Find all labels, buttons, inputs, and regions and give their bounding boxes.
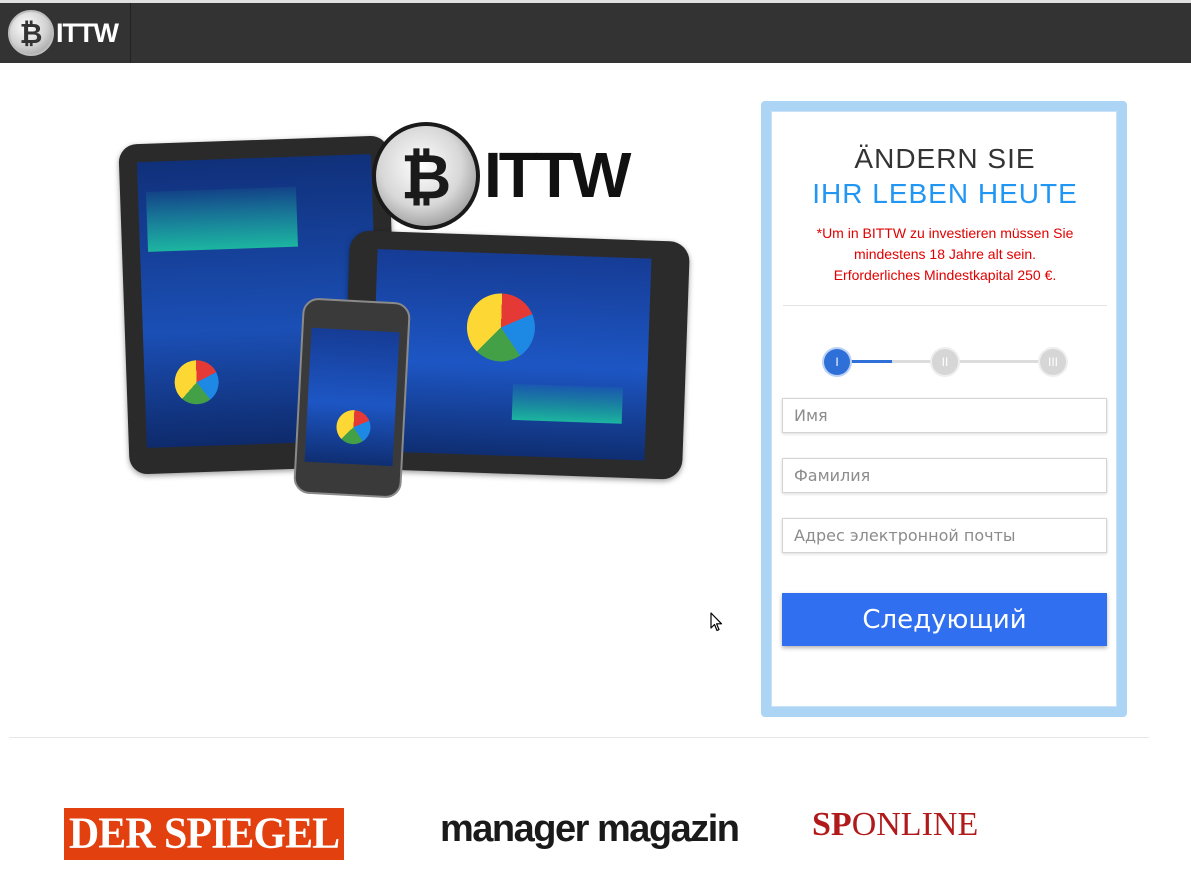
- sponline-suffix: ONLINE: [851, 806, 979, 843]
- logo-symbol: ₿: [19, 16, 43, 50]
- form-title-line1: ÄNDERN SIE: [854, 143, 1036, 174]
- form-title-line2: IHR LEBEN HEUTE: [812, 178, 1078, 209]
- manager-magazin-logo: manager magazin: [440, 808, 740, 850]
- der-spiegel-logo: DER SPIEGEL: [64, 808, 344, 860]
- step-progress: I II III: [824, 349, 1066, 375]
- step-1: I: [824, 349, 850, 375]
- signup-form: ÄNDERN SIE IHR LEBEN HEUTE *Um in BITTW …: [771, 111, 1117, 707]
- spiegel-logo-text: DER SPIEGEL: [68, 809, 340, 859]
- step-2: II: [932, 349, 958, 375]
- first-name-input[interactable]: [782, 398, 1107, 433]
- sponline-prefix: SP: [812, 806, 852, 843]
- hero-devices-image: ₿ ITTW: [118, 118, 691, 500]
- next-button[interactable]: Следующий: [782, 593, 1107, 646]
- section-divider: [9, 737, 1149, 738]
- mouse-cursor-icon: [710, 612, 723, 632]
- logo-text: ITTW: [56, 17, 119, 48]
- site-header: ₿ ITTW: [0, 3, 1191, 63]
- bitcoin-logo-icon: ₿: [372, 122, 480, 230]
- smartphone-image: [292, 297, 412, 499]
- hero-coin-symbol: ₿: [400, 139, 452, 213]
- spiegel-online-logo: SPONLINE: [812, 806, 978, 844]
- email-input[interactable]: [782, 518, 1107, 553]
- signup-panel: ÄNDERN SIE IHR LEBEN HEUTE *Um in BITTW …: [761, 101, 1127, 717]
- note-line3: Erforderliches Mindestkapital 250 €.: [833, 267, 1057, 283]
- bitcoin-coin-icon: ₿: [8, 10, 54, 56]
- age-requirement-note: *Um in BITTW zu investieren müssen Sie m…: [796, 223, 1094, 286]
- note-line2: mindestens 18 Jahre alt sein.: [853, 246, 1037, 262]
- step-3: III: [1040, 349, 1066, 375]
- divider: [783, 305, 1107, 306]
- hero-brand-text: ITTW: [484, 139, 631, 211]
- last-name-input[interactable]: [782, 458, 1107, 493]
- note-line1: *Um in BITTW zu investieren müssen Sie: [816, 225, 1074, 241]
- site-logo[interactable]: ₿ ITTW: [0, 3, 131, 63]
